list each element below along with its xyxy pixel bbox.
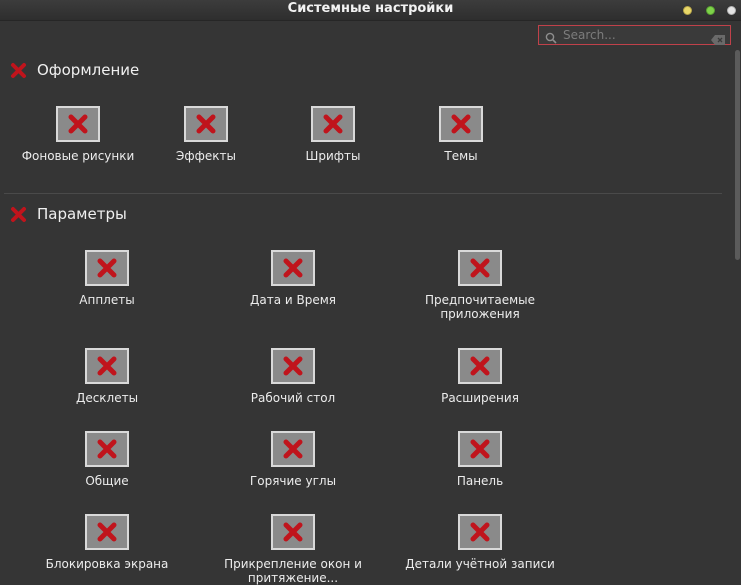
item-extensions[interactable]: Расширения <box>400 348 560 405</box>
item-effects[interactable]: Эффекты <box>142 106 270 163</box>
window-title: Системные настройки <box>287 1 454 16</box>
close-button[interactable] <box>727 6 736 15</box>
item-label: Расширения <box>441 391 519 405</box>
section-divider <box>4 193 722 194</box>
item-label: Апплеты <box>79 293 135 307</box>
missing-image-icon <box>11 206 26 222</box>
search-field[interactable] <box>538 25 731 45</box>
item-label: Рабочий стол <box>250 391 336 405</box>
item-label: Шрифты <box>305 149 361 163</box>
item-window-tiling[interactable]: Прикрепление окон и притяжение... <box>213 514 373 585</box>
title-bar[interactable]: Системные настройки <box>0 0 741 21</box>
item-themes[interactable]: Темы <box>397 106 525 163</box>
item-date-time[interactable]: Дата и Время <box>223 250 363 307</box>
maximize-button[interactable] <box>706 6 715 15</box>
missing-image-icon <box>439 106 483 142</box>
item-label: Панель <box>456 474 504 488</box>
section-header-preferences: Параметры <box>10 203 127 225</box>
item-desklets[interactable]: Десклеты <box>37 348 177 405</box>
item-label: Эффекты <box>176 149 236 163</box>
minimize-button[interactable] <box>683 6 692 15</box>
item-account-details[interactable]: Детали учётной записи <box>400 514 560 571</box>
item-label: Горячие углы <box>249 474 337 488</box>
missing-image-icon <box>271 514 315 550</box>
item-fonts[interactable]: Шрифты <box>270 106 396 163</box>
item-preferred-apps[interactable]: Предпочитаемые приложения <box>400 250 560 321</box>
missing-image-icon <box>458 431 502 467</box>
item-label: Фоновые рисунки <box>21 149 135 163</box>
missing-image-icon <box>85 431 129 467</box>
item-label: Десклеты <box>75 391 139 405</box>
missing-image-icon <box>458 250 502 286</box>
item-panel[interactable]: Панель <box>400 431 560 488</box>
missing-image-icon <box>184 106 228 142</box>
missing-image-icon <box>311 106 355 142</box>
missing-image-icon <box>271 348 315 384</box>
item-label: Детали учётной записи <box>405 557 555 571</box>
missing-image-icon <box>56 106 100 142</box>
missing-image-icon <box>458 514 502 550</box>
section-title: Параметры <box>37 205 127 223</box>
search-icon <box>545 29 557 48</box>
item-general[interactable]: Общие <box>37 431 177 488</box>
missing-image-icon <box>271 250 315 286</box>
item-label: Дата и Время <box>249 293 336 307</box>
item-label: Блокировка экрана <box>45 557 169 571</box>
missing-image-icon <box>458 348 502 384</box>
item-label: Темы <box>444 149 478 163</box>
missing-image-icon <box>85 514 129 550</box>
item-screensaver[interactable]: Блокировка экрана <box>37 514 177 571</box>
item-label: Общие <box>85 474 129 488</box>
item-label: Предпочитаемые приложения <box>424 293 536 321</box>
section-header-appearance: Оформление <box>10 59 139 81</box>
section-title: Оформление <box>37 61 140 79</box>
scrollbar-thumb[interactable] <box>735 50 740 260</box>
missing-image-icon <box>271 431 315 467</box>
item-applets[interactable]: Апплеты <box>37 250 177 307</box>
item-backgrounds[interactable]: Фоновые рисунки <box>14 106 142 163</box>
missing-image-icon <box>85 348 129 384</box>
search-input[interactable] <box>563 27 703 43</box>
clear-search-icon[interactable] <box>711 30 725 49</box>
item-hot-corners[interactable]: Горячие углы <box>223 431 363 488</box>
item-desktop[interactable]: Рабочий стол <box>223 348 363 405</box>
missing-image-icon <box>85 250 129 286</box>
missing-image-icon <box>11 62 26 78</box>
item-label: Прикрепление окон и притяжение... <box>224 557 362 585</box>
